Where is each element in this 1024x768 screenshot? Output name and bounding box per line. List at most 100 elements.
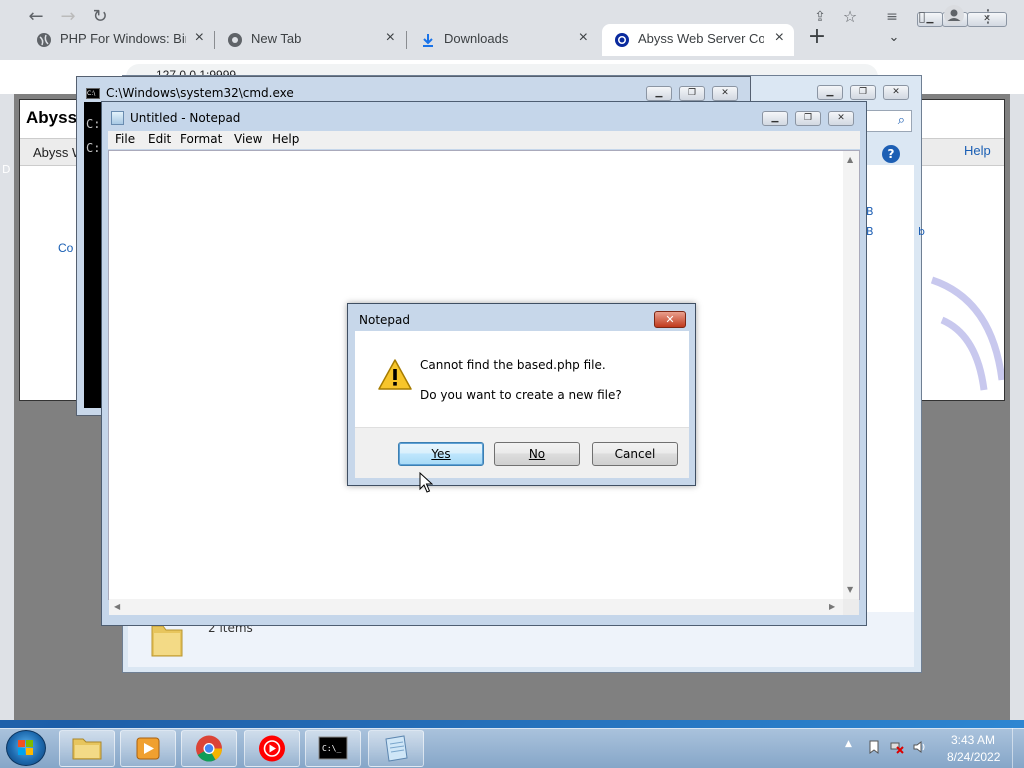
dialog-title: Notepad [359,313,410,327]
chevron-down-icon[interactable]: ⌄ [884,30,904,50]
close-button[interactable]: ✕ [883,85,909,100]
scroll-up-icon[interactable]: ▲ [847,155,853,164]
close-button[interactable]: ✕ [712,86,738,101]
close-icon[interactable]: × [195,29,204,47]
explorer-fragment: B [866,205,874,218]
media-player-icon [136,737,160,760]
new-tab-button[interactable]: + [806,26,828,49]
cmd-line: C: [86,117,101,131]
explorer-fragment: b [918,225,925,238]
console-link-fragment[interactable]: Co [58,241,73,255]
minimize-button[interactable]: ▁ [817,85,843,100]
taskbar-notepad[interactable] [368,730,424,767]
help-link[interactable]: Help [964,143,991,158]
notepad-icon [385,735,408,762]
restore-button[interactable]: ❐ [679,86,705,101]
tab-title: Abyss Web Server Cons [638,31,764,46]
abyss-logo-arcs [930,276,1004,391]
taskbar-explorer[interactable] [59,730,115,767]
profile-icon[interactable] [942,5,966,29]
yes-label: Yes [431,447,451,461]
cmd-icon: C:\_ [318,736,348,760]
notepad-icon [111,111,124,125]
folder-icon [72,738,102,760]
windows-logo-icon [18,740,33,755]
tab-abyss[interactable]: Abyss Web Server Cons × [602,24,794,56]
volume-icon[interactable] [913,740,927,754]
taskbar-media-player[interactable] [120,730,176,767]
cmd-line: C: [86,141,101,155]
start-button[interactable] [6,730,46,766]
cancel-label: Cancel [614,447,656,461]
taskbar-cmd[interactable]: C:\_ [305,730,361,767]
tab-separator [406,31,407,49]
menu-view[interactable]: View [234,132,262,146]
download-icon [423,34,433,47]
clock-date[interactable]: 8/24/2022 [947,750,1000,764]
tray-overflow-icon[interactable]: ▲ [845,739,852,749]
close-icon[interactable]: × [386,29,395,47]
youtube-music-icon [259,735,285,762]
scroll-right-icon[interactable]: ▶ [829,602,835,611]
bookmark-star-icon[interactable]: ☆ [838,5,862,29]
network-icon[interactable] [890,740,904,754]
taskbar-chrome[interactable] [181,730,237,767]
scroll-down-icon[interactable]: ▼ [847,585,853,594]
dialog-close-button[interactable]: ✕ [654,311,686,328]
svg-text:C:\_: C:\_ [322,744,341,753]
action-center-icon[interactable] [867,740,881,754]
tab-downloads[interactable]: Downloads × [408,24,598,56]
notepad-title: Untitled - Notepad [130,111,241,125]
restore-button[interactable]: ❐ [795,111,821,126]
menu-kebab-icon[interactable]: ⋮ [976,5,1000,29]
back-icon[interactable]: ← [24,5,48,29]
clock-time[interactable]: 3:43 AM [951,733,995,747]
menu-edit[interactable]: Edit [148,132,171,146]
menu-file[interactable]: File [115,132,135,146]
help-icon[interactable]: ? [882,145,900,163]
yes-button[interactable]: Yes [398,442,484,466]
menu-format[interactable]: Format [180,132,222,146]
close-button[interactable]: ✕ [828,111,854,126]
mouse-cursor-icon [419,472,433,493]
edge-text: D [2,163,11,176]
search-icon: ⌕ [897,113,905,128]
no-label: No [528,447,546,461]
share-icon[interactable]: ⇪ [808,5,832,29]
minimize-button[interactable]: ▁ [646,86,672,101]
tab-title: PHP For Windows: Binar [60,31,186,46]
edge-text: M [2,58,12,71]
tab-new-tab[interactable]: New Tab × [215,24,405,56]
tab-title: Downloads [444,31,509,46]
restore-button[interactable]: ❐ [850,85,876,100]
side-panel-icon[interactable]: ▯ [910,5,934,29]
reading-list-icon[interactable]: ≡ [880,5,904,29]
reload-icon[interactable]: ↻ [88,5,112,29]
vertical-scrollbar[interactable] [843,151,859,599]
chrome-icon [228,33,242,47]
dialog-message: Cannot find the based.php file. [420,358,606,372]
abyss-icon [615,33,629,47]
cancel-button[interactable]: Cancel [592,442,678,466]
show-desktop-button[interactable] [1012,728,1024,768]
no-button[interactable]: No [494,442,580,466]
warning-icon [378,359,412,390]
horizontal-scrollbar[interactable] [109,599,843,615]
explorer-search-box[interactable]: ⌕ [866,110,912,132]
minimize-button[interactable]: ▁ [762,111,788,126]
menu-help[interactable]: Help [272,132,299,146]
close-icon[interactable]: × [775,29,784,47]
taskbar-youtube-music[interactable] [244,730,300,767]
globe-icon [37,33,51,47]
cmd-title: C:\Windows\system32\cmd.exe [106,86,294,100]
scroll-left-icon[interactable]: ◀ [114,602,120,611]
tab-php[interactable]: PHP For Windows: Binar × [24,24,214,56]
explorer-fragment: B [866,225,874,238]
forward-icon[interactable]: → [56,5,80,29]
tab-title: New Tab [251,31,302,46]
cmd-icon: C:\ [86,88,100,99]
size-grip[interactable] [843,599,859,615]
abyss-title: Abyss [26,108,78,127]
chrome-icon [196,735,223,762]
close-icon[interactable]: × [579,29,588,47]
